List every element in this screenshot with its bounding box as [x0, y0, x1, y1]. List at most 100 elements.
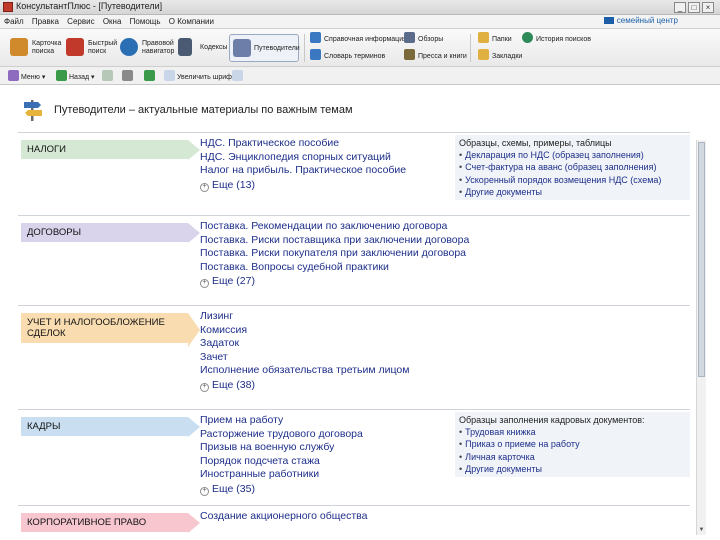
guide-link[interactable]: Исполнение обязательства третьим лицом: [200, 364, 470, 378]
guide-link[interactable]: Лизинг: [200, 310, 470, 324]
history-icon: [522, 32, 533, 43]
category-taxes[interactable]: НАЛОГИ: [21, 140, 200, 160]
guide-link[interactable]: Налог на прибыль. Практическое пособие: [200, 164, 470, 178]
sample-link[interactable]: Трудовая книжка: [459, 426, 686, 438]
save-icon: [122, 70, 133, 81]
reviews-icon: [404, 32, 415, 43]
folders-button[interactable]: Папки: [478, 32, 512, 46]
font-size-small-icon: [232, 70, 243, 81]
lightning-icon: [144, 70, 155, 81]
toolbar-separator: [470, 34, 471, 62]
guide-link[interactable]: НДС. Практическое пособие: [200, 137, 470, 151]
guide-link[interactable]: Комиссия: [200, 324, 470, 338]
menu-button[interactable]: Меню ▾: [8, 70, 45, 82]
guide-link[interactable]: Поставка. Вопросы судебной практики: [200, 261, 470, 275]
folders-label: Папки: [492, 36, 512, 43]
search-card-label: Карточка поиска: [32, 40, 62, 55]
navigator-button[interactable]: Правовой навигатор: [120, 34, 176, 62]
bookmarks-label: Закладки: [492, 53, 523, 60]
guide-link[interactable]: Прием на работу: [200, 414, 470, 428]
close-button[interactable]: ×: [702, 2, 714, 13]
guide-link[interactable]: Зачет: [200, 351, 470, 365]
samples-panel: Образцы, схемы, примеры, таблицы Деклара…: [455, 135, 690, 201]
sample-link[interactable]: Личная карточка: [459, 451, 686, 463]
menu-about[interactable]: О Компании: [169, 17, 214, 26]
more-link[interactable]: + Еще (35): [200, 482, 470, 496]
reference-label: Справочная информация: [324, 36, 407, 43]
quick-search-label: Быстрый поиск: [88, 40, 118, 55]
guide-link[interactable]: Поставка. Рекомендации по заключению дог…: [200, 220, 470, 234]
brand-label: семейный центр: [616, 16, 678, 25]
more-link[interactable]: + Еще (13): [200, 178, 470, 192]
search-card-button[interactable]: Карточка поиска: [10, 34, 66, 62]
dictionary-label: Словарь терминов: [324, 53, 386, 60]
category-deals[interactable]: УЧЕТ И НАЛОГООБЛОЖЕНИЕ СДЕЛОК: [21, 313, 200, 347]
expand-icon: +: [200, 486, 209, 496]
sample-link[interactable]: Декларация по НДС (образец заполнения): [459, 149, 686, 161]
font-down-button[interactable]: [232, 70, 245, 82]
expand-icon: +: [200, 279, 209, 289]
guide-link[interactable]: Поставка. Риски покупателя при заключени…: [200, 247, 470, 261]
increase-font-label: Увеличить шрифт: [177, 74, 235, 81]
guide-link[interactable]: Задаток: [200, 337, 470, 351]
font-size-icon: [164, 70, 175, 81]
increase-font-button[interactable]: Увеличить шрифт: [164, 70, 235, 82]
sample-link[interactable]: Приказ о приеме на работу: [459, 438, 686, 450]
maximize-button[interactable]: □: [688, 2, 700, 13]
press-button[interactable]: Пресса и книги: [404, 49, 467, 63]
dictionary-button[interactable]: Словарь терминов: [310, 49, 385, 63]
section-hr: КАДРЫ Прием на работу Расторжение трудов…: [18, 409, 690, 504]
menu-edit[interactable]: Правка: [32, 17, 59, 26]
guide-link[interactable]: Создание акционерного общества: [200, 510, 470, 524]
brand-link[interactable]: семейный центр: [603, 16, 678, 25]
menu-button-label: Меню: [21, 74, 40, 81]
quick-search-icon: [66, 38, 84, 56]
codes-button[interactable]: Кодексы: [178, 34, 228, 62]
menu-help[interactable]: Помощь: [130, 17, 161, 26]
back-button-label: Назад: [69, 74, 90, 81]
category-contracts[interactable]: ДОГОВОРЫ: [21, 223, 200, 243]
more-link[interactable]: + Еще (27): [200, 274, 470, 289]
section-divider: [18, 409, 690, 410]
menu-windows[interactable]: Окна: [103, 17, 122, 26]
menu-service[interactable]: Сервис: [67, 17, 94, 26]
section-links: НДС. Практическое пособие НДС. Энциклопе…: [200, 137, 470, 192]
section-corporate: КОРПОРАТИВНОЕ ПРАВО Создание акционерног…: [18, 505, 690, 540]
save-button[interactable]: [122, 70, 135, 82]
quick-search-button[interactable]: Быстрый поиск: [66, 34, 118, 62]
main-toolbar: Карточка поиска Быстрый поиск Правовой н…: [0, 29, 720, 67]
sample-link[interactable]: Другие документы: [459, 186, 686, 198]
guide-link[interactable]: НДС. Энциклопедия спорных ситуаций: [200, 151, 470, 165]
minimize-button[interactable]: _: [674, 2, 686, 13]
samples-heading: Образцы заполнения кадровых документов:: [459, 415, 645, 425]
sample-link[interactable]: Счет-фактура на аванс (образец заполнени…: [459, 161, 686, 173]
guide-link[interactable]: Иностранные работники: [200, 468, 470, 482]
edition-icon-button[interactable]: [144, 70, 157, 82]
more-link[interactable]: + Еще (38): [200, 378, 470, 392]
expand-icon: +: [200, 182, 209, 192]
guide-link[interactable]: Расторжение трудового договора: [200, 428, 470, 442]
guide-link[interactable]: Порядок подсчета стажа: [200, 455, 470, 469]
guide-link[interactable]: Поставка. Риски поставщика при заключени…: [200, 234, 470, 248]
menubar: Файл Правка Сервис Окна Помощь О Компани…: [0, 15, 720, 29]
history-button[interactable]: История поисков: [522, 32, 591, 46]
dictionary-icon: [310, 49, 321, 60]
bookmarks-button[interactable]: Закладки: [478, 49, 522, 63]
window-titlebar: КонсультантПлюс - [Путеводители] _ □ ×: [0, 0, 720, 15]
category-corporate[interactable]: КОРПОРАТИВНОЕ ПРАВО: [21, 513, 200, 533]
sample-link[interactable]: Ускоренный порядок возмещения НДС (схема…: [459, 174, 686, 186]
back-button[interactable]: Назад ▾: [56, 70, 95, 82]
scrollbar-thumb[interactable]: [698, 142, 705, 377]
reviews-button[interactable]: Обзоры: [404, 32, 443, 46]
vertical-scrollbar[interactable]: ▼: [696, 140, 706, 535]
guide-link[interactable]: Призыв на военную службу: [200, 441, 470, 455]
brand-logo-icon: [603, 17, 614, 24]
samples-heading: Образцы, схемы, примеры, таблицы: [459, 138, 612, 148]
reference-button[interactable]: Справочная информация: [310, 32, 407, 46]
sample-link[interactable]: Другие документы: [459, 463, 686, 475]
forward-button[interactable]: [102, 70, 115, 82]
menu-file[interactable]: Файл: [4, 17, 24, 26]
scroll-down-icon[interactable]: ▼: [698, 526, 705, 534]
category-hr[interactable]: КАДРЫ: [21, 417, 200, 437]
guides-button[interactable]: Путеводители: [229, 34, 300, 62]
